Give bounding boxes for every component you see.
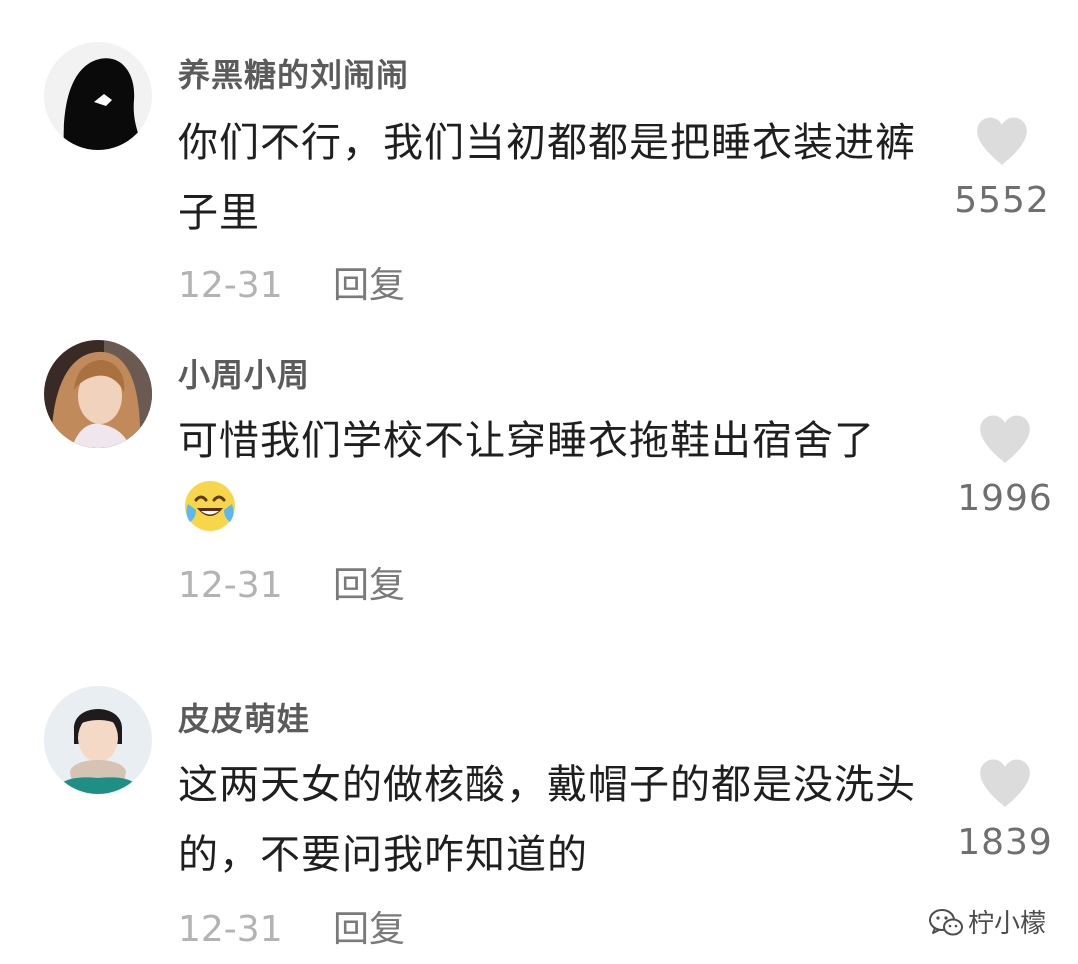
watermark-text: 柠小檬 xyxy=(967,909,1046,939)
comment-date: 12-31 xyxy=(178,565,283,606)
heart-icon xyxy=(980,415,1030,463)
comment-username[interactable]: 养黑糖的刘闹闹 xyxy=(178,50,409,96)
like-button[interactable]: 1839 xyxy=(950,756,1060,863)
watermark: 柠小檬 xyxy=(928,903,1046,940)
like-button[interactable]: 5552 xyxy=(947,114,1057,221)
user-avatar[interactable] xyxy=(44,42,152,150)
comment-meta: 12-31 回复 xyxy=(178,556,405,608)
comment-text: 你们不行，我们当初都都是把睡衣装进裤子里 xyxy=(178,120,916,236)
reply-button[interactable]: 回复 xyxy=(333,909,405,950)
like-count: 1839 xyxy=(957,822,1053,863)
laugh-crying-emoji-icon xyxy=(185,481,235,531)
heart-icon xyxy=(977,117,1027,165)
comment-meta: 12-31 回复 xyxy=(178,900,405,952)
comment-username[interactable]: 皮皮萌娃 xyxy=(178,694,310,740)
avatar-image xyxy=(44,42,152,150)
reply-button[interactable]: 回复 xyxy=(333,265,405,306)
heart-icon xyxy=(980,759,1030,807)
like-count: 5552 xyxy=(954,180,1050,221)
comment-text: 这两天女的做核酸，戴帽子的都是没洗头的，不要问我咋知道的 xyxy=(178,762,916,878)
user-avatar[interactable] xyxy=(44,340,152,448)
comment-text-body: 可惜我们学校不让穿睡衣拖鞋出宿舍了 xyxy=(178,418,875,464)
like-count: 1996 xyxy=(957,478,1053,519)
wechat-icon xyxy=(928,909,963,936)
comment-username[interactable]: 小周小周 xyxy=(178,350,310,396)
comment-meta: 12-31 回复 xyxy=(178,256,405,308)
comment-date: 12-31 xyxy=(178,909,283,950)
user-avatar[interactable] xyxy=(44,686,152,794)
reply-button[interactable]: 回复 xyxy=(333,565,405,606)
avatar-image xyxy=(44,340,152,448)
comment-date: 12-31 xyxy=(178,265,283,306)
like-button[interactable]: 1996 xyxy=(950,412,1060,519)
avatar-image xyxy=(44,686,152,794)
comment-text: 可惜我们学校不让穿睡衣拖鞋出宿舍了 xyxy=(178,406,918,546)
